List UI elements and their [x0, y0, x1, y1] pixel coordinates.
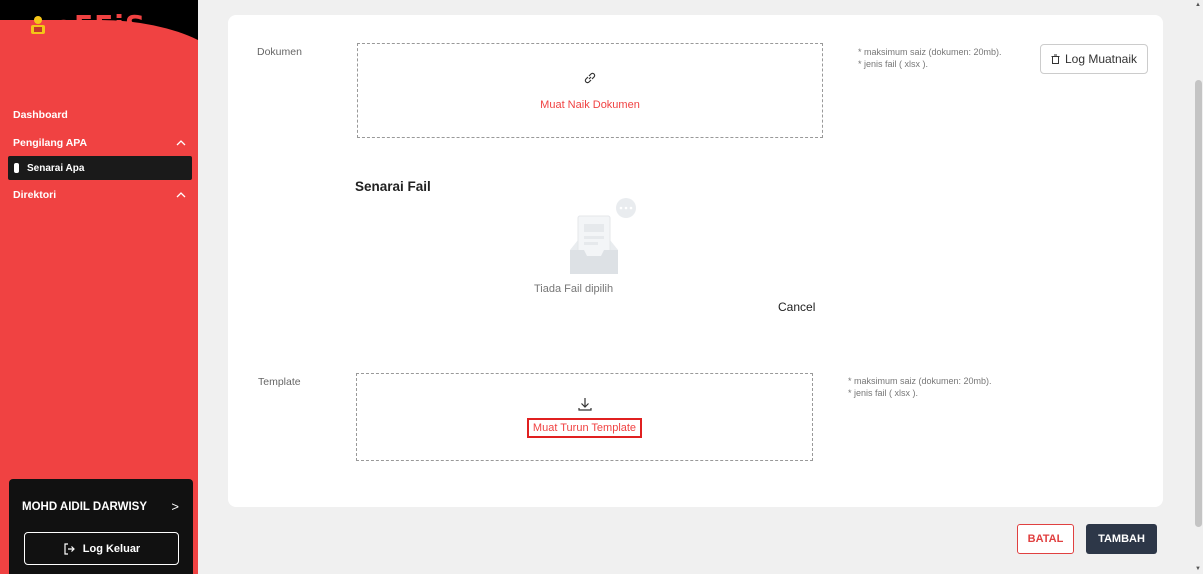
sidebar-nav: Dashboard Pengilang APA Senarai Apa Dire… — [0, 104, 198, 206]
chevron-right-icon[interactable]: > — [171, 499, 179, 514]
sidebar-item-direktori[interactable]: Direktori — [0, 184, 198, 206]
hint-size: * maksimum saiz (dokumen: 20mb). — [858, 47, 1002, 57]
crest-icon — [31, 16, 45, 34]
sidebar-item-senarai-apa[interactable]: Senarai Apa — [8, 156, 192, 180]
upload-document-link[interactable]: Muat Naik Dokumen — [540, 99, 640, 111]
add-button[interactable]: TAMBAH — [1086, 524, 1157, 554]
sidebar-item-dashboard[interactable]: Dashboard — [0, 104, 198, 126]
cancel-button[interactable]: BATAL — [1017, 524, 1074, 554]
user-panel: MOHD AIDIL DARWISY > Log Keluar — [9, 479, 193, 574]
link-icon — [584, 72, 596, 83]
sidebar: eFEiS Dashboard Pengilang APA Senarai Ap… — [0, 0, 198, 574]
user-name[interactable]: MOHD AIDIL DARWISY — [22, 501, 147, 513]
hint-size: * maksimum saiz (dokumen: 20mb). — [848, 376, 992, 386]
cancel-link[interactable]: Cancel — [778, 300, 815, 314]
logout-label: Log Keluar — [82, 542, 141, 555]
empty-inbox-icon — [570, 198, 636, 274]
template-hints: * maksimum saiz (dokumen: 20mb). * jenis… — [848, 375, 992, 399]
download-icon — [577, 398, 592, 411]
sidebar-item-label: Pengilang APA — [13, 137, 88, 149]
dokumen-label: Dokumen — [257, 46, 302, 58]
scrollbar-thumb[interactable] — [1195, 80, 1202, 527]
logo-tagline-line — [60, 40, 170, 43]
empty-files-text: Tiada Fail dipilih — [534, 283, 614, 295]
chevron-up-icon — [176, 192, 186, 198]
sidebar-item-label: Dashboard — [13, 109, 68, 121]
template-label: Template — [258, 376, 301, 388]
logout-button[interactable]: Log Keluar — [24, 532, 179, 565]
scroll-down-arrow[interactable]: ▼ — [1195, 566, 1201, 572]
app-logo[interactable]: eFEiS — [28, 12, 146, 40]
download-template-link[interactable]: Muat Turun Template — [526, 418, 643, 438]
template-download-zone[interactable]: Muat Turun Template — [356, 373, 813, 461]
log-upload-label: Log Muatnaik — [1064, 52, 1138, 66]
files-section-title: Senarai Fail — [355, 179, 431, 194]
upload-hints: * maksimum saiz (dokumen: 20mb). * jenis… — [858, 46, 1002, 70]
sidebar-item-pengilang-apa[interactable]: Pengilang APA — [0, 132, 198, 154]
hint-type: * jenis fail ( xlsx ). — [848, 388, 919, 398]
logout-icon — [64, 542, 75, 555]
bottle-icon — [14, 163, 19, 173]
sidebar-item-label: Direktori — [13, 189, 57, 201]
hint-type: * jenis fail ( xlsx ). — [858, 59, 929, 69]
trash-icon — [1051, 54, 1060, 64]
log-upload-button[interactable]: Log Muatnaik — [1040, 44, 1148, 74]
scroll-up-arrow[interactable]: ▲ — [1195, 2, 1201, 8]
logo-text: eFEiS — [54, 9, 147, 42]
form-card: Dokumen Muat Naik Dokumen * maksimum sai… — [228, 15, 1163, 507]
scrollbar[interactable]: ▲ ▼ — [1193, 0, 1203, 574]
chevron-up-icon — [176, 140, 186, 146]
sidebar-item-label: Senarai Apa — [27, 162, 85, 174]
upload-dropzone[interactable]: Muat Naik Dokumen — [357, 43, 823, 138]
